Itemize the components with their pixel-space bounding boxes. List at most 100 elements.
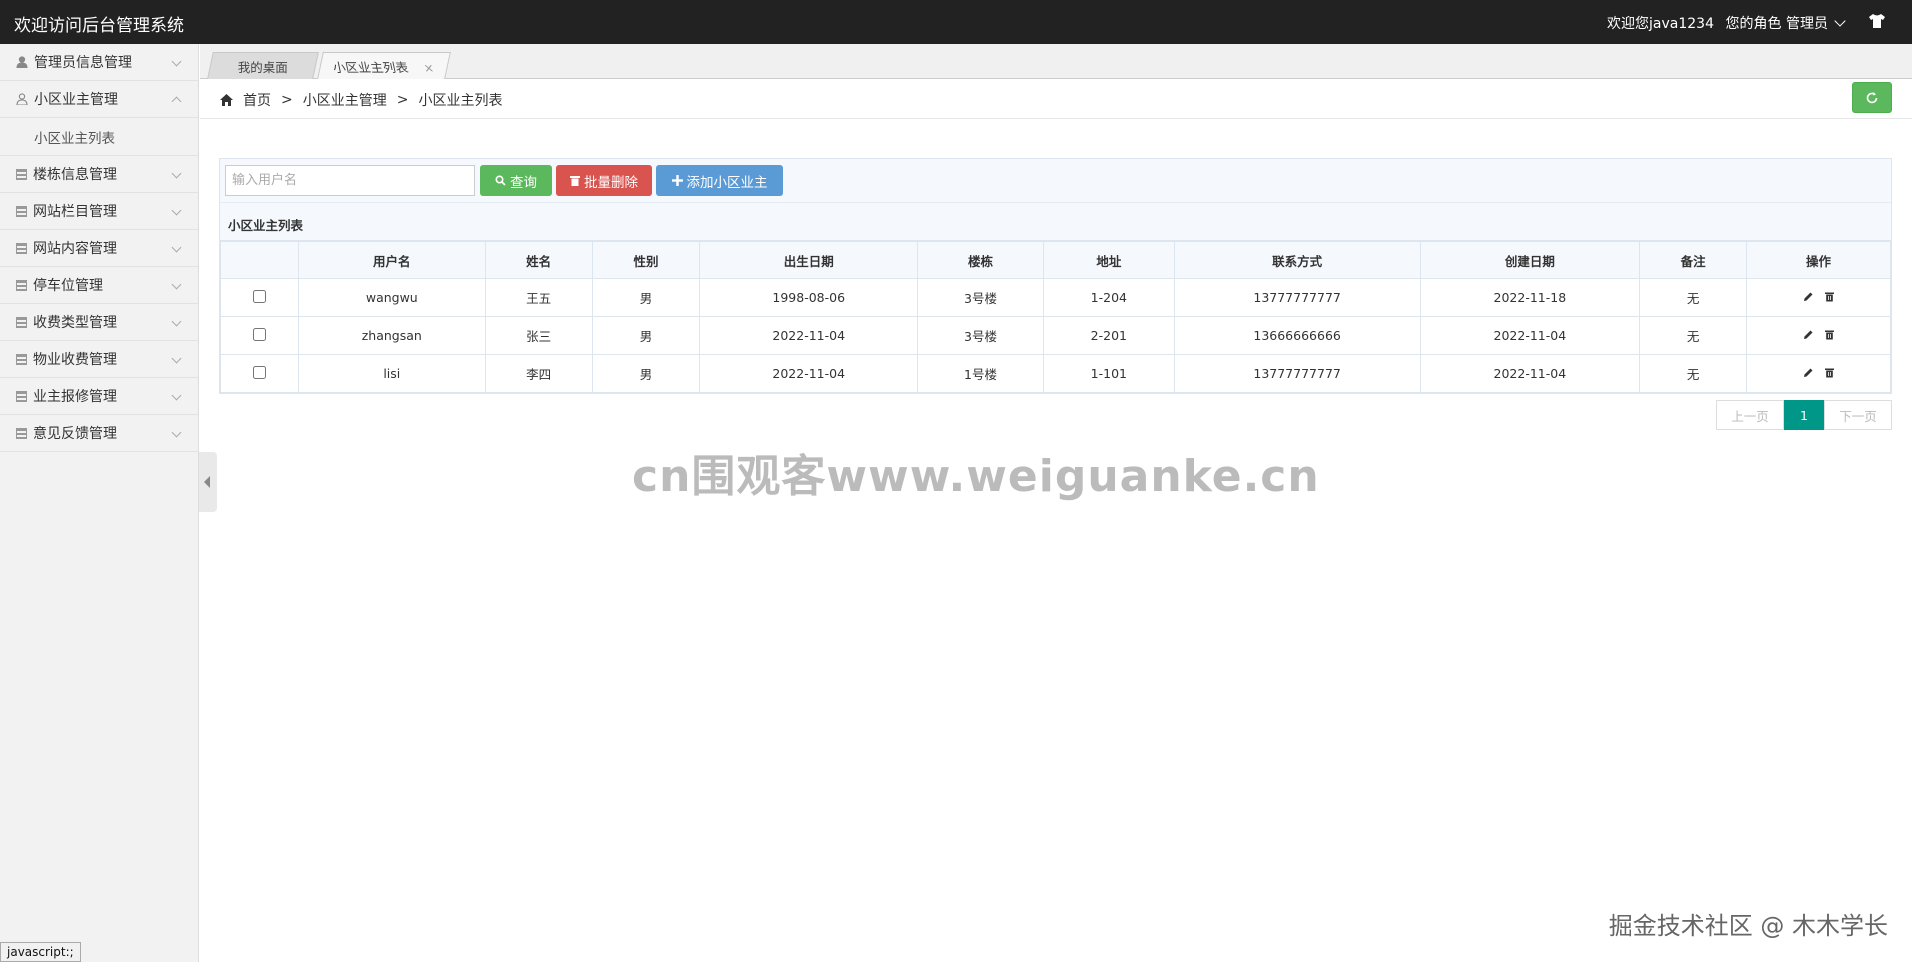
- column-header: 用户名: [297, 241, 486, 279]
- sidebar-item-1[interactable]: 小区业主管理: [0, 81, 198, 118]
- column-header: [220, 241, 299, 279]
- table-cell: 男: [591, 278, 701, 317]
- table-cell: 3号楼: [917, 316, 1044, 355]
- plus-icon: [671, 175, 683, 186]
- tab-label: 我的桌面: [237, 59, 288, 75]
- query-button[interactable]: 查询: [480, 165, 552, 196]
- home-icon: [220, 94, 233, 106]
- edit-icon[interactable]: [1803, 291, 1814, 302]
- breadcrumb-section[interactable]: 小区业主管理: [303, 90, 387, 110]
- row-checkbox[interactable]: [252, 365, 266, 379]
- sidebar-item-6[interactable]: 收费类型管理: [0, 304, 198, 341]
- batch-delete-label: 批量删除: [584, 174, 638, 191]
- chevron-down-icon: [171, 168, 182, 179]
- table-cell: 13777777777: [1173, 278, 1421, 317]
- table-cell: 2022-11-04: [1419, 316, 1641, 355]
- close-icon[interactable]: ×: [423, 61, 436, 75]
- chevron-down-icon: [171, 427, 182, 438]
- breadcrumb-separator: >: [281, 92, 293, 108]
- table-cell: 王五: [484, 278, 593, 317]
- role-dropdown[interactable]: 您的角色 管理员: [1726, 13, 1846, 33]
- chevron-down-icon: [171, 316, 182, 327]
- table-cell: 1998-08-06: [699, 278, 919, 317]
- tab-my-desktop[interactable]: 我的桌面: [207, 52, 319, 79]
- chevron-down-icon: [171, 390, 182, 401]
- doc-icon: [16, 168, 27, 180]
- add-owner-button[interactable]: 添加小区业主: [656, 165, 783, 196]
- prev-page-button[interactable]: 上一页: [1716, 400, 1784, 430]
- sidebar-item-label: 网站栏目管理: [33, 204, 117, 220]
- batch-delete-button[interactable]: 批量删除: [556, 165, 652, 196]
- doc-icon: [16, 390, 27, 402]
- sidebar-item-4[interactable]: 网站内容管理: [0, 230, 198, 267]
- sidebar: 管理员信息管理小区业主管理 小区业主列表 楼栋信息管理网站栏目管理网站内容管理 停车位…: [0, 44, 199, 962]
- delete-icon[interactable]: [1824, 367, 1835, 378]
- search-toolbar: 查询 批量删除 添加小区业主: [220, 159, 1891, 203]
- column-header: 性别: [591, 241, 701, 279]
- pagination: 上一页 1 下一页: [1716, 400, 1892, 430]
- sidebar-item-label: 物业收费管理: [33, 352, 117, 368]
- table-header-row: 用户名 姓名 性别 出生日期 楼栋 地址 联系方式 创建日期 备注 操作: [220, 241, 1891, 279]
- add-owner-label: 添加小区业主: [686, 174, 768, 191]
- column-header: 地址: [1042, 241, 1175, 279]
- table-cell: 无: [1639, 354, 1748, 393]
- row-checkbox[interactable]: [252, 327, 266, 341]
- breadcrumb-current: 小区业主列表: [418, 93, 503, 109]
- sidebar-item-7[interactable]: 物业收费管理: [0, 341, 198, 378]
- doc-icon: [16, 279, 27, 291]
- refresh-button[interactable]: [1852, 82, 1892, 113]
- username-search-input[interactable]: [225, 165, 475, 196]
- doc-icon: [16, 353, 27, 365]
- delete-icon[interactable]: [1824, 291, 1835, 302]
- delete-icon[interactable]: [1824, 329, 1835, 340]
- column-header: 备注: [1639, 241, 1748, 279]
- sidebar-item-5[interactable]: 停车位管理: [0, 267, 198, 304]
- table-row: zhangsan 张三男 2022-11-04 3号楼 2-201 13666666666…: [220, 316, 1891, 355]
- chevron-down-icon: [171, 56, 182, 67]
- theme-shirt-icon[interactable]: [1868, 13, 1886, 29]
- tab-label: 小区业主列表: [331, 59, 411, 75]
- sidebar-item-0[interactable]: 管理员信息管理: [0, 44, 198, 81]
- breadcrumb: 首页 > 小区业主管理 > 小区业主列表: [220, 90, 502, 110]
- table-cell: zhangsan: [297, 316, 486, 355]
- table-cell: 男: [591, 354, 701, 393]
- breadcrumb-separator: >: [396, 92, 409, 108]
- table-cell: 2022-11-04: [699, 316, 919, 355]
- row-checkbox-cell: [220, 278, 299, 317]
- page-number-current[interactable]: 1: [1784, 400, 1824, 430]
- sidebar-subitem-owner-list[interactable]: 小区业主列表: [0, 118, 198, 156]
- query-button-label: 查询: [510, 174, 537, 191]
- table-row: lisi 李四男 2022-11-04 1号楼 1-101 13777777777 2022…: [220, 354, 1891, 393]
- row-checkbox[interactable]: [252, 289, 266, 303]
- table-cell: 男: [591, 316, 701, 355]
- sidebar-item-9[interactable]: 意见反馈管理: [0, 415, 198, 452]
- column-header: 楼栋: [917, 241, 1044, 279]
- column-header: 出生日期: [699, 241, 919, 279]
- tab-bar: 我的桌面 小区业主列表 ×: [200, 44, 1912, 79]
- table-cell: 13666666666: [1173, 316, 1421, 355]
- edit-icon[interactable]: [1803, 367, 1814, 378]
- sidebar-item-8[interactable]: 业主报修管理: [0, 378, 198, 415]
- column-header: 操作: [1746, 241, 1891, 279]
- row-actions: [1746, 354, 1891, 393]
- sidebar-item-3[interactable]: 网站栏目管理: [0, 193, 198, 230]
- tab-owner-list[interactable]: 小区业主列表 ×: [317, 52, 451, 79]
- doc-icon: [16, 427, 27, 439]
- refresh-icon: [1866, 91, 1878, 103]
- breadcrumb-home[interactable]: 首页: [243, 90, 271, 110]
- table-cell: 1-204: [1042, 278, 1175, 317]
- sidebar-item-label: 意见反馈管理: [33, 426, 117, 442]
- sidebar-item-2[interactable]: 楼栋信息管理: [0, 156, 198, 193]
- breadcrumb-bar: 首页 > 小区业主管理 > 小区业主列表: [200, 79, 1912, 119]
- watermark-center: cn围观客www.weiguanke.cn: [632, 451, 1320, 502]
- table-cell: 3号楼: [917, 278, 1044, 317]
- edit-icon[interactable]: [1803, 329, 1814, 340]
- chevron-down-icon: [171, 205, 182, 216]
- next-page-button[interactable]: 下一页: [1824, 400, 1892, 430]
- sidebar-item-label: 管理员信息管理: [34, 55, 132, 71]
- panel-title: 小区业主列表: [220, 203, 1891, 241]
- row-actions: [1746, 316, 1891, 355]
- user-outline-icon: [16, 93, 28, 106]
- sidebar-collapse-toggle[interactable]: [199, 452, 217, 512]
- trash-icon: [570, 176, 580, 186]
